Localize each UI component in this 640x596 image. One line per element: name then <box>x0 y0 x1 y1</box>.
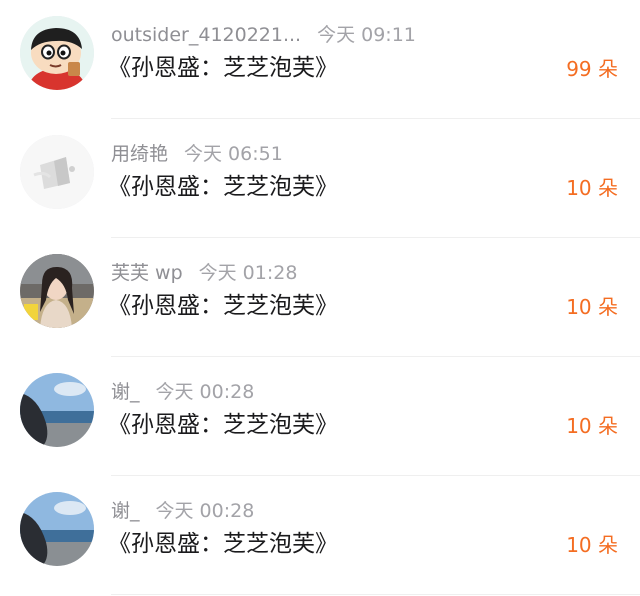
item-title: 《孙恩盛：芝芝泡芙》 <box>108 412 338 438</box>
username[interactable]: 谢_ <box>111 500 140 522</box>
username[interactable]: outsider_4120221... <box>111 24 301 46</box>
timestamp: 今天 09:11 <box>317 24 416 46</box>
list-item[interactable]: 谢_ 今天 00:28 《孙恩盛：芝芝泡芙》 10 朵 <box>0 476 640 595</box>
item-title: 《孙恩盛：芝芝泡芙》 <box>108 293 338 319</box>
list-item[interactable]: 用绮艳 今天 06:51 《孙恩盛：芝芝泡芙》 10 朵 <box>0 119 640 238</box>
gift-count: 10 朵 <box>566 295 618 319</box>
item-meta: 用绮艳 今天 06:51 <box>111 142 283 166</box>
timestamp: 今天 00:28 <box>155 500 255 522</box>
girl-photo-avatar-icon[interactable] <box>20 254 94 328</box>
username[interactable]: 用绮艳 <box>111 143 168 165</box>
gift-list: outsider_4120221... 今天 09:11 《孙恩盛：芝芝泡芙》 9… <box>0 0 640 596</box>
item-title: 《孙恩盛：芝芝泡芙》 <box>108 531 338 557</box>
item-title: 《孙恩盛：芝芝泡芙》 <box>108 55 338 81</box>
item-meta: 谢_ 今天 00:28 <box>111 380 254 404</box>
gift-count: 99 朵 <box>566 57 618 81</box>
timestamp: 今天 00:28 <box>155 381 255 403</box>
username[interactable]: 芙芙 wp <box>111 262 183 284</box>
seaside-photo-avatar-icon[interactable] <box>20 373 94 447</box>
timestamp: 今天 06:51 <box>184 143 283 165</box>
gift-count: 10 朵 <box>566 414 618 438</box>
list-item[interactable]: 谢_ 今天 00:28 《孙恩盛：芝芝泡芙》 10 朵 <box>0 357 640 476</box>
list-item[interactable]: 芙芙 wp 今天 01:28 《孙恩盛：芝芝泡芙》 10 朵 <box>0 238 640 357</box>
divider <box>111 594 640 595</box>
gift-count: 10 朵 <box>566 533 618 557</box>
cartoon-boy-avatar-icon[interactable] <box>20 16 94 90</box>
pale-object-avatar-icon[interactable] <box>20 135 94 209</box>
item-meta: 芙芙 wp 今天 01:28 <box>111 261 297 285</box>
item-meta: 谢_ 今天 00:28 <box>111 499 254 523</box>
list-item[interactable]: outsider_4120221... 今天 09:11 《孙恩盛：芝芝泡芙》 9… <box>0 0 640 119</box>
item-meta: outsider_4120221... 今天 09:11 <box>111 23 416 47</box>
gift-count: 10 朵 <box>566 176 618 200</box>
seaside-photo-avatar-icon[interactable] <box>20 492 94 566</box>
username[interactable]: 谢_ <box>111 381 140 403</box>
item-title: 《孙恩盛：芝芝泡芙》 <box>108 174 338 200</box>
timestamp: 今天 01:28 <box>198 262 298 284</box>
